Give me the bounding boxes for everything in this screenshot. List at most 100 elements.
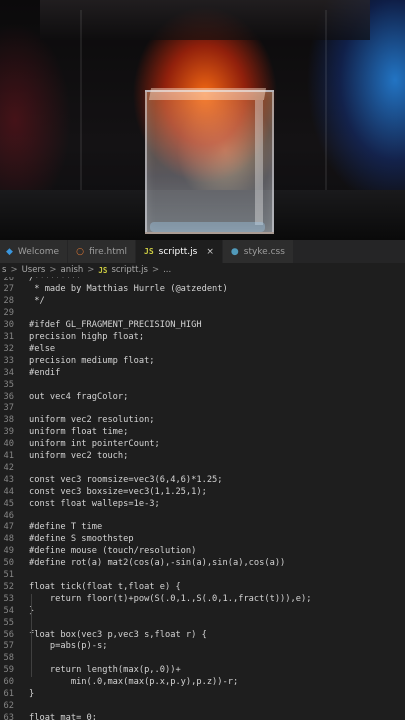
code-line[interactable]: 54} — [0, 606, 405, 618]
line-number: 60 — [3, 677, 14, 688]
chevron-right-icon: > — [49, 265, 57, 275]
code-line[interactable]: 34 #endif — [0, 368, 405, 380]
code-line[interactable]: 37 — [0, 403, 405, 415]
code-line[interactable]: 30 #ifdef GL_FRAGMENT_PRECISION_HIGH — [0, 320, 405, 332]
code-text: out vec4 fragColor; — [29, 391, 129, 402]
editor-tab-bar: ◆ Welcome ○ fire.html JS scriptt.js × ● … — [0, 240, 405, 263]
code-text: } — [29, 689, 35, 699]
breadcrumb-item[interactable]: Users — [22, 265, 46, 275]
code-line[interactable]: 62 — [0, 701, 405, 713]
breadcrumb-item[interactable]: ... — [163, 265, 171, 275]
vscode-icon: ◆ — [6, 246, 13, 257]
tab-fire-html[interactable]: ○ fire.html — [68, 240, 137, 263]
code-editor[interactable]: 26/********* 27 * made by Matthias Hurrle… — [0, 277, 405, 720]
tab-styke-css[interactable]: ● styke.css — [222, 240, 294, 263]
code-line[interactable]: 58 — [0, 653, 405, 665]
line-number: 48 — [3, 534, 14, 545]
code-text: uniform int pointerCount; — [29, 439, 160, 450]
code-line[interactable]: 38 uniform vec2 resolution; — [0, 415, 405, 427]
code-text: #ifdef GL_FRAGMENT_PRECISION_HIGH — [29, 320, 202, 331]
code-line[interactable]: 31 precision highp float; — [0, 332, 405, 344]
code-line[interactable]: 51 — [0, 570, 405, 582]
line-number: 55 — [3, 617, 14, 628]
code-line[interactable]: 63 float mat= 0; — [0, 713, 405, 720]
code-text: * made by Matthias Hurrle (@atzedent) — [29, 284, 228, 295]
js-icon: JS — [98, 265, 108, 275]
line-number: 29 — [3, 308, 14, 319]
code-text: return floor(t)+pow(S(.0,1.,S(.0,1.,frac… — [29, 593, 312, 604]
code-text: */ — [29, 296, 45, 307]
code-line[interactable]: 43 const vec3 roomsize=vec3(6,4,6)*1.25; — [0, 475, 405, 487]
code-line[interactable]: 47 #define T time — [0, 522, 405, 534]
room-edge-left — [80, 10, 82, 200]
line-number: 26 — [3, 277, 14, 283]
line-number: 34 — [3, 367, 14, 378]
line-number: 40 — [3, 439, 14, 450]
code-text: #define S smoothstep — [29, 534, 134, 545]
code-line[interactable]: 36 out vec4 fragColor; — [0, 392, 405, 404]
line-number: 51 — [3, 570, 14, 580]
chevron-right-icon: > — [151, 265, 160, 275]
code-text: p=abs(p)-s; — [29, 641, 108, 652]
breadcrumb: s > Users > anish > JS scriptt.js > ... — [0, 263, 405, 277]
line-number: 50 — [3, 558, 14, 569]
code-text: precision mediump float; — [29, 355, 155, 366]
code-text: #define mouse (touch/resolution) — [29, 546, 197, 557]
code-line[interactable]: 28 */ — [0, 296, 405, 308]
code-line[interactable]: 41 uniform vec2 touch; — [0, 451, 405, 463]
line-number: 42 — [3, 462, 14, 473]
code-text: uniform vec2 resolution; — [29, 415, 155, 426]
line-number: 46 — [3, 510, 14, 521]
line-number: 54 — [3, 605, 14, 616]
tab-welcome[interactable]: ◆ Welcome — [0, 240, 69, 263]
code-line[interactable]: 59 return length(max(p,.0))+ — [0, 665, 405, 677]
code-line[interactable]: 40 uniform int pointerCount; — [0, 439, 405, 451]
code-line[interactable]: 44 const vec3 boxsize=vec3(1,1.25,1); — [0, 487, 405, 499]
indent-guide — [31, 641, 32, 678]
code-line[interactable]: 53 return floor(t)+pow(S(.0,1.,S(.0,1.,f… — [0, 594, 405, 606]
code-line[interactable]: 49 #define mouse (touch/resolution) — [0, 546, 405, 558]
code-text: const vec3 roomsize=vec3(6,4,6)*1.25; — [29, 474, 223, 485]
line-number: 43 — [3, 474, 14, 485]
code-line[interactable]: 52 float tick(float t,float e) { — [0, 582, 405, 594]
code-line[interactable]: 39 uniform float time; — [0, 427, 405, 439]
line-number: 44 — [3, 486, 14, 497]
code-line[interactable]: 60 min(.0,max(max(p.x,p.y),p.z))-r; — [0, 677, 405, 689]
code-line[interactable]: 46 — [0, 511, 405, 523]
code-line[interactable]: 42 — [0, 463, 405, 475]
breadcrumb-item[interactable]: s — [2, 265, 6, 275]
code-line[interactable]: 55 — [0, 618, 405, 630]
code-text: #endif — [29, 367, 61, 378]
code-line[interactable]: 57 p=abs(p)-s; — [0, 641, 405, 653]
code-line[interactable]: 27 * made by Matthias Hurrle (@atzedent) — [0, 284, 405, 296]
tab-label: fire.html — [88, 246, 128, 257]
close-icon[interactable]: × — [206, 247, 214, 257]
line-number: 61 — [3, 689, 14, 699]
line-number: 45 — [3, 498, 14, 509]
line-number: 41 — [3, 451, 14, 461]
code-line[interactable]: 26 /********* — [0, 277, 405, 284]
code-line[interactable]: 45 const float walleps=1e-3; — [0, 499, 405, 511]
code-text: #define rot(a) mat2(cos(a),-sin(a),sin(a… — [29, 558, 286, 569]
code-line[interactable]: 33 precision mediump float; — [0, 356, 405, 368]
line-number: 28 — [3, 296, 14, 307]
line-number: 38 — [3, 415, 14, 426]
code-line[interactable]: 48 #define S smoothstep — [0, 534, 405, 546]
code-line[interactable]: 29 — [0, 308, 405, 320]
code-line[interactable]: 61} — [0, 689, 405, 701]
chevron-right-icon: > — [87, 265, 95, 275]
code-text: uniform vec2 touch; — [29, 451, 129, 461]
glass-box-highlight — [255, 100, 263, 225]
code-line[interactable]: 32 #else — [0, 344, 405, 356]
line-number: 62 — [3, 700, 14, 711]
breadcrumb-item[interactable]: scriptt.js — [111, 265, 148, 275]
code-line[interactable]: 50 #define rot(a) mat2(cos(a),-sin(a),sin… — [0, 558, 405, 570]
line-number: 58 — [3, 653, 14, 664]
line-number: 35 — [3, 379, 14, 390]
code-line[interactable]: 56 float box(vec3 p,vec3 s,float r) { — [0, 630, 405, 642]
code-line[interactable]: 35 — [0, 380, 405, 392]
breadcrumb-item[interactable]: anish — [61, 265, 84, 275]
js-icon: JS — [144, 247, 154, 256]
tab-scriptt-js[interactable]: JS scriptt.js × — [136, 240, 223, 263]
tab-label: Welcome — [17, 246, 60, 257]
